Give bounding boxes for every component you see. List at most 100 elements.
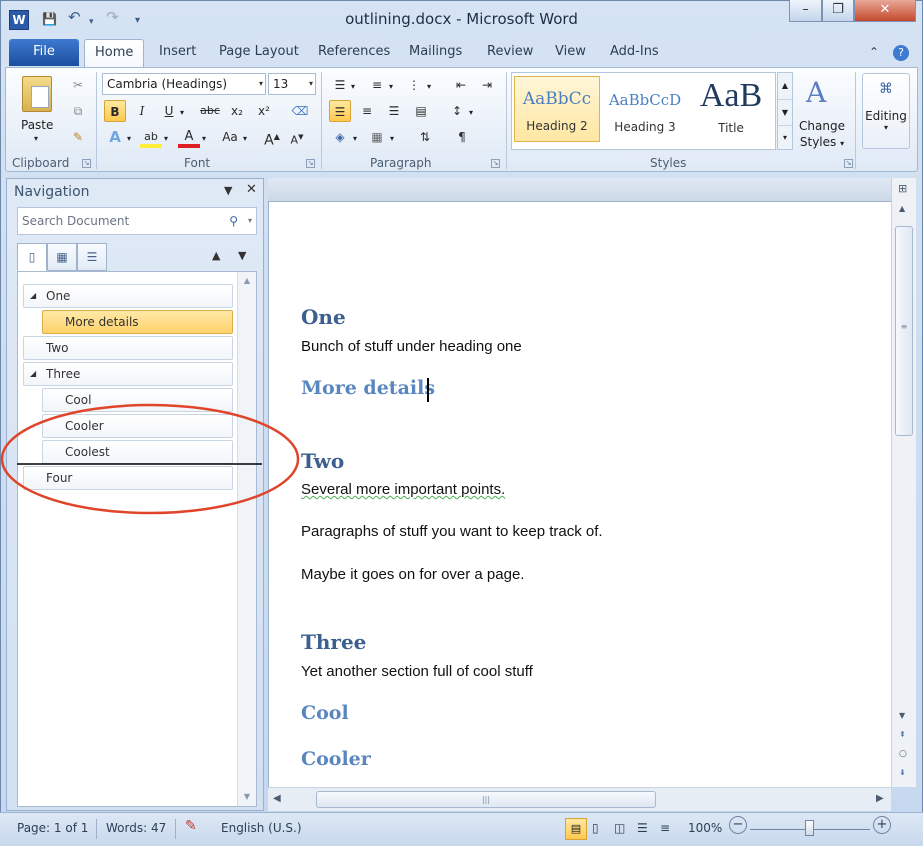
scroll-up-icon[interactable]: ▲ (238, 272, 256, 290)
scroll-down-icon[interactable]: ▼ (899, 711, 905, 720)
doc-heading-three[interactable]: Three (301, 630, 366, 654)
line-spacing-dropdown-icon[interactable]: ▾ (469, 108, 473, 117)
close-button[interactable]: ✕ (854, 0, 916, 22)
numbering-icon[interactable]: ≡ (366, 74, 388, 96)
nav-heading-coolest[interactable]: Coolest (42, 440, 233, 464)
outline-view-icon[interactable]: ☰ (637, 821, 648, 835)
collapse-triangle-icon[interactable]: ◢ (30, 285, 36, 307)
next-page-icon[interactable]: ⇟ (899, 768, 906, 777)
show-formatting-button[interactable]: ¶ (451, 126, 473, 148)
scroll-left-icon[interactable]: ◀ (273, 793, 281, 804)
italic-button[interactable]: I (131, 100, 153, 122)
font-color-icon[interactable]: A (178, 126, 200, 148)
minimize-button[interactable]: – (789, 0, 822, 22)
proofing-icon[interactable]: ✎ (185, 818, 197, 834)
word-count[interactable]: Words: 47 (106, 821, 166, 835)
change-styles-icon[interactable]: A (806, 76, 826, 109)
tab-references[interactable]: References (318, 44, 390, 59)
numbering-dropdown-icon[interactable]: ▾ (389, 82, 393, 91)
nav-heading-one[interactable]: ◢ One (23, 284, 233, 308)
sort-icon[interactable]: ⇅ (414, 126, 436, 148)
highlight-icon[interactable]: ab (140, 126, 162, 148)
browse-object-icon[interactable]: ○ (899, 749, 907, 759)
doc-heading-cooler[interactable]: Cooler (301, 748, 371, 770)
web-layout-icon[interactable]: ◫ (614, 821, 625, 835)
doc-paragraph[interactable]: Yet another section full of cool stuff (301, 663, 533, 680)
ruler-toggle-icon[interactable]: ⊞ (898, 182, 907, 195)
nav-heading-more-details[interactable]: More details (42, 310, 233, 334)
vertical-scroll-thumb[interactable]: ≡ (895, 226, 913, 436)
help-icon[interactable]: ? (893, 45, 909, 61)
style-title[interactable]: AaB Title (688, 76, 774, 142)
doc-paragraph[interactable]: Bunch of stuff under heading one (301, 338, 522, 355)
nav-scrollbar[interactable]: ▲ ▼ (237, 272, 256, 806)
styles-launcher-icon[interactable]: ↘ (844, 159, 853, 168)
editing-button[interactable]: ⌘ Editing ▾ (862, 73, 910, 149)
scroll-down-icon[interactable]: ▼ (778, 99, 792, 125)
subscript-button[interactable]: x₂ (226, 100, 248, 122)
paragraph-launcher-icon[interactable]: ↘ (491, 159, 500, 168)
doc-paragraph[interactable]: Paragraphs of stuff you want to keep tra… (301, 523, 603, 540)
browse-pages-tab[interactable]: ▦ (47, 243, 77, 271)
increase-indent-icon[interactable]: ⇥ (476, 74, 498, 96)
nav-heading-four[interactable]: Four (23, 466, 233, 490)
line-spacing-icon[interactable]: ↕ (446, 100, 468, 122)
bullets-icon[interactable]: ☰ (329, 74, 351, 96)
doc-heading-cool[interactable]: Cool (301, 702, 349, 724)
shrink-font-button[interactable]: A▼ (286, 126, 308, 148)
tab-home[interactable]: Home (84, 39, 145, 69)
tab-insert[interactable]: Insert (159, 44, 196, 59)
doc-heading-one[interactable]: One (301, 305, 346, 329)
browse-headings-tab[interactable]: ▯ (17, 243, 47, 271)
font-family-select[interactable]: Cambria (Headings) ▾ (102, 73, 266, 95)
search-dropdown-icon[interactable]: ▾ (248, 208, 252, 234)
doc-paragraph[interactable]: Maybe it goes on for over a page. (301, 566, 524, 583)
highlight-dropdown-icon[interactable]: ▾ (164, 134, 168, 143)
nav-heading-cooler[interactable]: Cooler (42, 414, 233, 438)
tab-file[interactable]: File (9, 39, 79, 66)
style-heading-2[interactable]: AaBbCc Heading 2 (514, 76, 600, 142)
style-heading-3[interactable]: AaBbCcD Heading 3 (602, 76, 688, 142)
multilevel-list-icon[interactable]: ⋮ (403, 74, 425, 96)
underline-dropdown-icon[interactable]: ▾ (180, 108, 184, 117)
browse-results-tab[interactable]: ☰ (77, 243, 107, 271)
cut-icon[interactable]: ✂ (67, 74, 89, 96)
document-vertical-scrollbar[interactable]: ⊞ ▲ ≡ ▼ ⇞ ○ ⇟ (891, 178, 916, 787)
scroll-up-icon[interactable]: ▲ (899, 204, 905, 213)
justify-icon[interactable]: ▤ (410, 100, 432, 122)
nav-close-icon[interactable]: ✕ (246, 182, 257, 197)
paste-dropdown-icon[interactable]: ▾ (34, 134, 38, 143)
previous-heading-icon[interactable]: ▲ (212, 249, 220, 262)
change-styles-button[interactable]: Change Styles ▾ (799, 118, 845, 152)
more-styles-icon[interactable]: ▾ (778, 125, 792, 149)
change-case-button[interactable]: Aa (219, 126, 241, 148)
text-effects-icon[interactable]: A (104, 126, 126, 148)
borders-dropdown-icon[interactable]: ▾ (390, 134, 394, 143)
text-effects-dropdown-icon[interactable]: ▾ (127, 134, 131, 143)
clipboard-launcher-icon[interactable]: ↘ (82, 159, 91, 168)
multilevel-dropdown-icon[interactable]: ▾ (427, 82, 431, 91)
draft-view-icon[interactable]: ≡ (660, 821, 670, 835)
format-painter-icon[interactable]: ✎ (67, 126, 89, 148)
document-horizontal-scrollbar[interactable]: ◀ ||| ▶ (268, 787, 891, 811)
paste-button[interactable]: Paste (21, 118, 53, 132)
previous-page-icon[interactable]: ⇞ (899, 730, 906, 739)
nav-menu-dropdown-icon[interactable]: ▼ (224, 184, 232, 197)
tab-review[interactable]: Review (487, 44, 533, 59)
grow-font-button[interactable]: A▲ (261, 126, 283, 149)
print-layout-view-button[interactable]: ▤ (565, 818, 587, 840)
clear-formatting-icon[interactable]: ⌫ (289, 100, 311, 122)
minimize-ribbon-icon[interactable]: ⌃ (869, 45, 879, 59)
tab-page-layout[interactable]: Page Layout (219, 44, 299, 59)
zoom-slider-thumb[interactable] (805, 820, 814, 836)
doc-heading-more-details[interactable]: More details (301, 377, 435, 399)
page-count[interactable]: Page: 1 of 1 (17, 821, 88, 835)
scroll-right-icon[interactable]: ▶ (876, 793, 884, 804)
decrease-indent-icon[interactable]: ⇤ (450, 74, 472, 96)
search-icon[interactable]: ⚲ (229, 208, 238, 234)
bullets-dropdown-icon[interactable]: ▾ (351, 82, 355, 91)
font-color-dropdown-icon[interactable]: ▾ (202, 134, 206, 143)
strikethrough-button[interactable]: abc (199, 100, 221, 122)
zoom-in-icon[interactable]: + (873, 816, 891, 834)
align-right-icon[interactable]: ☰ (383, 100, 405, 122)
